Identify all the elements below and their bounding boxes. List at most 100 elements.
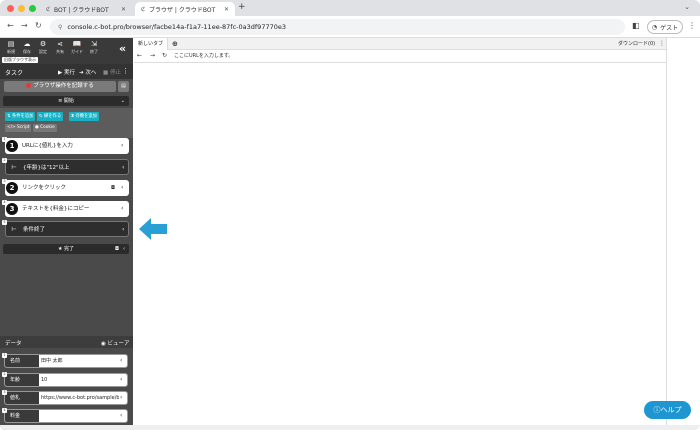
data-value[interactable]: [41, 410, 119, 422]
close-icon[interactable]: ✕: [224, 6, 229, 13]
branch-icon: ⊢: [11, 226, 17, 233]
inner-forward-icon[interactable]: →: [150, 52, 155, 59]
share-button[interactable]: ⋖ 共有: [53, 40, 67, 54]
collapse-sidebar-icon[interactable]: «: [119, 42, 126, 55]
save-button[interactable]: ☁ 保存: [20, 40, 34, 54]
c-logo-icon: ℭ: [141, 5, 146, 13]
data-value[interactable]: 田中 太郎: [41, 355, 119, 367]
task-title: タスク: [5, 70, 24, 77]
data-row-name[interactable]: 名前 田中 太郎 ‹: [4, 354, 128, 368]
start-block[interactable]: ≡ 開始 ⌄: [3, 96, 129, 106]
exit-button[interactable]: ⇲ 終了: [87, 40, 101, 54]
end-block[interactable]: ★ 完了 ◘ ‹: [3, 244, 129, 254]
address-url: console.c-bot.pro/browser/facbe14a-f1a7-…: [67, 23, 286, 31]
next-button[interactable]: ➜ 次へ: [79, 68, 96, 76]
data-index: 2: [2, 372, 7, 377]
maximize-window-button[interactable]: [29, 5, 36, 12]
minimize-window-button[interactable]: [18, 5, 25, 12]
data-row-age[interactable]: 年齢 10 ‹: [4, 373, 128, 387]
run-button[interactable]: ▶ 実行: [58, 68, 75, 76]
add-loop-button[interactable]: ↻ 繰を作る: [37, 112, 64, 121]
pointer-arrow-icon: [139, 218, 167, 240]
browser-tab-browser[interactable]: ℭ ブラウザ | クラウドBOT ✕: [135, 2, 235, 16]
close-icon[interactable]: ✕: [121, 6, 126, 13]
side-panel-icon[interactable]: ◧: [632, 21, 640, 30]
reload-icon[interactable]: ↻: [35, 21, 42, 30]
address-bar[interactable]: ⚲ console.c-bot.pro/browser/facbe14a-f1a…: [50, 19, 625, 35]
step-input-url[interactable]: 1 URLに{値札}を入力 ‹: [5, 138, 129, 154]
inner-back-icon[interactable]: ←: [137, 52, 142, 59]
chevron-left-icon[interactable]: ‹: [122, 222, 124, 238]
cookie-label: Cookie: [40, 125, 55, 130]
record-dot-icon: [26, 83, 32, 88]
cloud-icon: ☁: [23, 40, 31, 48]
back-icon[interactable]: ←: [7, 21, 14, 30]
camera-icon[interactable]: ◘: [115, 244, 119, 254]
step-number: 3: [6, 203, 18, 215]
chevron-left-icon[interactable]: ‹: [121, 180, 123, 196]
chevron-left-icon[interactable]: ‹: [120, 392, 122, 404]
step-number: 2: [6, 182, 18, 194]
data-row-tag[interactable]: 値札 https://www.c-bot.pro/sample/b ‹: [4, 391, 128, 405]
stop-button[interactable]: ■ 停止: [103, 68, 121, 76]
inner-url-input[interactable]: ここにURLを入力します。: [174, 50, 233, 63]
data-value[interactable]: 10: [41, 374, 119, 386]
chevron-left-icon[interactable]: ‹: [122, 160, 124, 176]
camera-icon[interactable]: ◘: [111, 180, 115, 196]
viewer-button[interactable]: ◉ ビューア: [101, 339, 129, 347]
save-label: 保存: [23, 49, 31, 54]
site-info-icon[interactable]: ⚲: [58, 24, 62, 31]
forward-icon[interactable]: →: [21, 21, 28, 30]
download-button[interactable]: ダウンロード(0): [618, 38, 655, 50]
inner-reload-icon[interactable]: ↻: [162, 52, 167, 59]
guide-button[interactable]: 📖 ガイド: [70, 40, 84, 54]
add-inner-tab-icon[interactable]: ⊕: [172, 38, 178, 50]
task-menu-icon[interactable]: ⋮: [122, 67, 129, 75]
tab-title: ブラウザ | クラウドBOT: [149, 6, 216, 14]
data-key: 値札: [5, 392, 39, 404]
settings-button[interactable]: ⚙ 設定: [36, 40, 50, 54]
task-header: タスク ▶ 実行 ➜ 次へ ■ 停止 ⋮: [0, 64, 133, 79]
data-key: 名前: [5, 355, 39, 367]
profile-button[interactable]: ◔ ゲスト: [647, 20, 683, 34]
step-condition-age[interactable]: ⊢ {年齢}は"12"以上 ‹: [5, 159, 129, 175]
record-browser-button[interactable]: ブラウザ操作を記録する: [4, 81, 116, 92]
exit-icon: ⇲: [91, 40, 97, 48]
data-header: データ ◉ ビューア: [0, 336, 133, 348]
add-wait-button[interactable]: ⧗ 待機を追加: [69, 112, 99, 121]
step-label: テキストを{料金}にコピー: [22, 206, 90, 212]
data-value[interactable]: https://www.c-bot.pro/sample/b: [41, 392, 119, 404]
script-button[interactable]: </> Script: [5, 124, 32, 132]
tab-search-icon[interactable]: ⌄: [684, 3, 690, 11]
step-click-link[interactable]: 2 リンクをクリック ◘ ‹: [5, 180, 129, 196]
inner-nav-bar: ← → ↻ ここにURLを入力します。: [134, 50, 666, 63]
record-options-icon[interactable]: ▤: [118, 81, 129, 92]
add-condition-button[interactable]: ⇅ 条件を追加: [5, 112, 36, 121]
close-window-button[interactable]: [7, 5, 14, 12]
chevron-left-icon[interactable]: ‹: [120, 410, 122, 422]
bottom-strip: [0, 425, 700, 430]
browser-tab-bot[interactable]: ℭ BOT | クラウドBOT ✕: [40, 2, 132, 16]
help-button[interactable]: ⓘヘルプ: [644, 401, 691, 419]
chevron-left-icon[interactable]: ‹: [121, 138, 123, 154]
data-row-fee[interactable]: 料金 ‹: [4, 409, 128, 423]
chevron-left-icon[interactable]: ‹: [120, 355, 122, 367]
step-end-condition[interactable]: ⊢ 条件終了 ‹: [5, 221, 129, 237]
legacy-browser-badge[interactable]: 旧版ブラウザ表示: [2, 57, 38, 63]
inner-tab-new[interactable]: 新しいタブ: [134, 38, 168, 50]
new-tab-button[interactable]: +: [238, 2, 246, 12]
inner-menu-icon[interactable]: ⋮: [659, 38, 665, 50]
chevron-left-icon[interactable]: ‹: [121, 201, 123, 217]
new-button[interactable]: ▤ 新規: [4, 40, 18, 54]
step-index: 4: [2, 200, 7, 205]
browser-menu-icon[interactable]: ⋮: [688, 21, 696, 30]
step-label: URLに{値札}を入力: [22, 143, 73, 149]
chevron-left-icon: ‹: [123, 246, 125, 252]
cookie-button[interactable]: ● Cookie: [33, 124, 57, 132]
step-number: 1: [6, 140, 18, 152]
browser-content-area[interactable]: [134, 63, 666, 425]
chevron-left-icon[interactable]: ‹: [120, 374, 122, 386]
step-copy-text[interactable]: 3 テキストを{料金}にコピー ‹: [5, 201, 129, 217]
data-index: 3: [2, 390, 7, 395]
share-label: 共有: [56, 49, 64, 54]
